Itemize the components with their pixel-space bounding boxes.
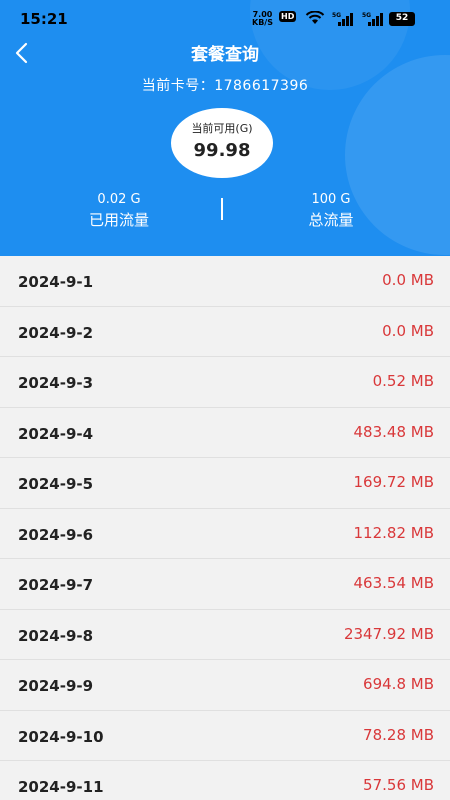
header-panel: 15:21 7.00 KB/S HD 5G 5G 52 套餐查询 当前卡号：17…	[0, 0, 450, 256]
page-title: 套餐查询	[191, 45, 259, 65]
available-bubble: 当前可用(G) 99.98	[171, 108, 273, 178]
usage-date: 2024-9-6	[18, 525, 94, 544]
usage-amount: 0.52 MB	[372, 372, 434, 390]
list-item: 2024-9-6 112.82 MB	[0, 508, 450, 559]
list-item: 2024-9-11 57.56 MB	[0, 761, 450, 800]
signal-icon: 5G	[362, 12, 383, 26]
usage-date: 2024-9-8	[18, 626, 94, 645]
usage-date: 2024-9-7	[18, 576, 94, 594]
status-time: 15:21	[20, 10, 68, 28]
usage-amount: 0.0 MB	[382, 321, 434, 340]
list-item: 2024-9-4 483.48 MB	[0, 407, 450, 458]
list-item: 2024-9-1 0.0 MB	[0, 256, 450, 307]
signal-icon: 5G	[332, 12, 353, 26]
total-label: 总流量	[308, 211, 354, 229]
hd-icon: HD	[279, 11, 297, 22]
card-number-row: 当前卡号：1786617396	[0, 75, 450, 95]
usage-amount: 169.72 MB	[353, 473, 435, 491]
usage-date: 2024-9-5	[18, 475, 94, 493]
usage-date: 2024-9-1	[18, 273, 94, 291]
list-item: 2024-9-3 0.52 MB	[0, 357, 450, 408]
usage-date: 2024-9-9	[18, 677, 94, 695]
usage-amount: 483.48 MB	[353, 422, 435, 441]
list-item: 2024-9-8 2347.92 MB	[0, 609, 450, 660]
usage-amount: 57.56 MB	[363, 776, 434, 794]
usage-date: 2024-9-3	[18, 374, 94, 392]
list-item: 2024-9-2 0.0 MB	[0, 306, 450, 357]
usage-amount: 112.82 MB	[353, 523, 435, 542]
usage-list[interactable]: 2024-9-1 0.0 MB 2024-9-2 0.0 MB 2024-9-3 0.52…	[0, 256, 450, 800]
wifi-icon	[305, 11, 325, 24]
usage-amount: 2347.92 MB	[343, 624, 434, 643]
used-stat: 0.02 G 已用流量	[44, 192, 194, 230]
battery-icon: 52	[389, 12, 415, 26]
list-item: 2024-9-10 78.28 MB	[0, 710, 450, 761]
usage-date: 2024-9-10	[18, 727, 104, 746]
signal-label: 5G	[362, 12, 371, 19]
net-speed-unit: KB/S	[252, 18, 273, 27]
list-item: 2024-9-9 694.8 MB	[0, 660, 450, 711]
usage-date: 2024-9-2	[18, 323, 94, 342]
used-value: 0.02 G	[97, 192, 141, 207]
available-value: 99.98	[193, 140, 251, 161]
usage-date: 2024-9-4	[18, 424, 94, 443]
list-item: 2024-9-5 169.72 MB	[0, 458, 450, 509]
usage-amount: 694.8 MB	[363, 675, 434, 693]
usage-amount: 0.0 MB	[382, 271, 434, 289]
total-value: 100 G	[311, 192, 351, 207]
usage-date: 2024-9-11	[18, 778, 104, 796]
used-label: 已用流量	[88, 211, 149, 229]
usage-amount: 463.54 MB	[353, 574, 435, 592]
signal-label: 5G	[332, 12, 341, 19]
available-label: 当前可用(G)	[191, 122, 253, 135]
stat-divider	[221, 198, 223, 220]
status-bar: 15:21 7.00 KB/S HD 5G 5G 52	[0, 0, 450, 36]
usage-amount: 78.28 MB	[363, 725, 434, 744]
total-stat: 100 G 总流量	[256, 192, 406, 230]
net-speed: 7.00 KB/S	[252, 11, 273, 27]
card-number-value: 1786617396	[214, 78, 309, 94]
card-number-label: 当前卡号：	[141, 78, 215, 94]
list-item: 2024-9-7 463.54 MB	[0, 559, 450, 610]
